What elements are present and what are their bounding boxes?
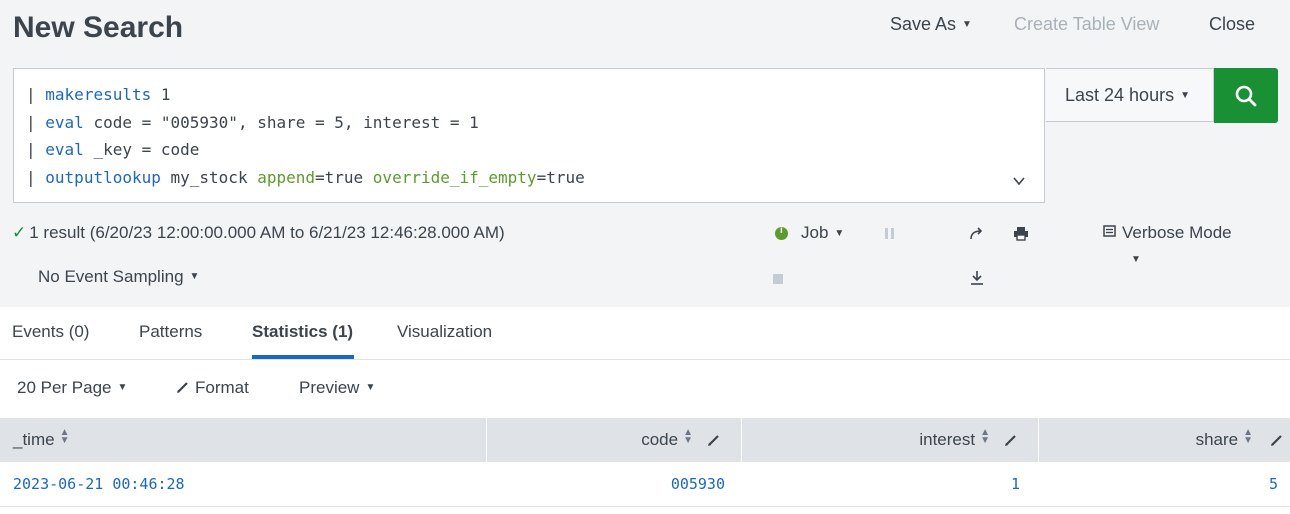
result-count-text: 1 result (6/20/23 12:00:00.000 AM to 6/2… [29,223,505,242]
query-args: code = "005930", share = 5, interest = 1 [83,113,479,132]
query-args: 1 [151,85,171,104]
tab-visualization[interactable]: Visualization [397,322,492,342]
export-icon[interactable] [969,270,985,286]
search-icon [1235,85,1257,106]
cell-interest[interactable]: 1 [1011,475,1020,493]
print-icon[interactable] [1013,226,1029,242]
search-query-editor[interactable]: | makeresults 1 | eval code = "005930", … [13,68,1045,203]
chevron-down-icon: ▼ [189,271,200,282]
sort-icon[interactable]: ▲ ▼ [60,428,70,446]
chevron-down-icon: ▼ [365,382,376,393]
close-button[interactable]: Close [1209,14,1255,35]
query-line-4: | outputlookup my_stock append=true over… [26,168,585,187]
save-as-button[interactable]: Save As ▼ [890,14,972,35]
cell-time[interactable]: 2023-06-21 00:46:28 [13,475,185,493]
format-label: Format [195,378,249,397]
search-mode-dropdown[interactable]: Verbose Mode [1103,223,1232,243]
pencil-icon [177,382,188,393]
time-range-picker[interactable]: Last 24 hours ▼ [1046,68,1214,122]
job-label: Job [801,223,829,242]
column-label: code [641,430,679,449]
tab-events[interactable]: Events (0) [12,322,89,342]
share-icon[interactable] [969,226,985,242]
tab-statistics[interactable]: Statistics (1) [252,322,353,342]
results-tabs: Events (0) Patterns Statistics (1) Visua… [0,307,1290,360]
query-option-value: =true [315,168,373,187]
event-sampling-label: No Event Sampling [38,267,184,286]
pencil-icon[interactable] [1270,433,1284,447]
query-command: makeresults [45,85,152,104]
column-label: _time [13,430,55,449]
query-command: outputlookup [45,168,161,187]
chevron-down-icon: ▼ [834,227,845,239]
search-mode-icon [1103,225,1116,237]
column-header-share[interactable]: share ▲ ▼ [1038,418,1290,462]
search-mode-label: Verbose Mode [1122,223,1232,242]
per-page-dropdown[interactable]: 20 Per Page ▼ [17,378,127,398]
stop-icon[interactable] [772,273,784,285]
query-option-value: =true [536,168,585,187]
cell-code[interactable]: 005930 [671,475,725,493]
query-option-name: override_if_empty [372,168,537,187]
pause-icon[interactable] [884,227,896,241]
info-icon [775,225,788,240]
create-table-view-button[interactable]: Create Table View [1014,14,1159,35]
query-command: eval [45,140,84,159]
chevron-down-icon[interactable]: ▼ [1131,254,1141,265]
pipe-char: | [26,85,36,104]
preview-dropdown[interactable]: Preview ▼ [299,378,375,398]
result-status: ✓ 1 result (6/20/23 12:00:00.000 AM to 6/… [12,223,505,243]
table-header-row: _time ▲ ▼ code ▲ ▼ interest ▲ ▼ share ▲ ▼ [0,418,1290,462]
sort-icon[interactable]: ▲ ▼ [683,428,693,446]
time-range-label: Last 24 hours [1065,85,1175,105]
format-button[interactable]: Format [176,378,249,398]
job-menu-button[interactable]: Job ▼ [775,223,844,243]
column-label: interest [919,430,976,449]
query-args: my_stock [160,168,258,187]
chevron-down-icon[interactable] [1012,174,1026,188]
query-command: eval [45,113,84,132]
preview-label: Preview [299,378,360,397]
column-header-code[interactable]: code ▲ ▼ [486,418,741,462]
chevron-down-icon: ▼ [1180,90,1190,101]
query-args: _key = code [83,140,200,159]
cell-share[interactable]: 5 [1269,475,1278,493]
query-option-name: append [257,168,315,187]
sort-icon[interactable]: ▲ ▼ [1243,428,1253,446]
pipe-char: | [26,113,36,132]
query-line-3: | eval _key = code [26,140,199,159]
chevron-down-icon: ▼ [117,382,128,393]
chevron-down-icon: ▼ [962,19,972,30]
event-sampling-dropdown[interactable]: No Event Sampling ▼ [38,267,199,287]
pencil-icon[interactable] [707,433,721,447]
check-icon: ✓ [12,223,27,242]
column-header-time[interactable]: _time ▲ ▼ [0,418,486,462]
per-page-label: 20 Per Page [17,378,112,397]
save-as-label: Save As [890,14,957,34]
tab-patterns[interactable]: Patterns [139,322,202,342]
column-label: share [1195,430,1239,449]
active-tab-indicator [252,355,354,359]
column-header-interest[interactable]: interest ▲ ▼ [741,418,1038,462]
table-row: 2023-06-21 00:46:28 005930 1 5 [0,462,1290,507]
pencil-icon[interactable] [1004,433,1018,447]
pipe-char: | [26,140,36,159]
sort-icon[interactable]: ▲ ▼ [980,428,990,446]
query-line-1: | makeresults 1 [26,85,171,104]
pipe-char: | [26,168,36,187]
page-title: New Search [13,11,184,44]
search-button[interactable] [1214,68,1278,123]
query-line-2: | eval code = "005930", share = 5, inter… [26,113,479,132]
